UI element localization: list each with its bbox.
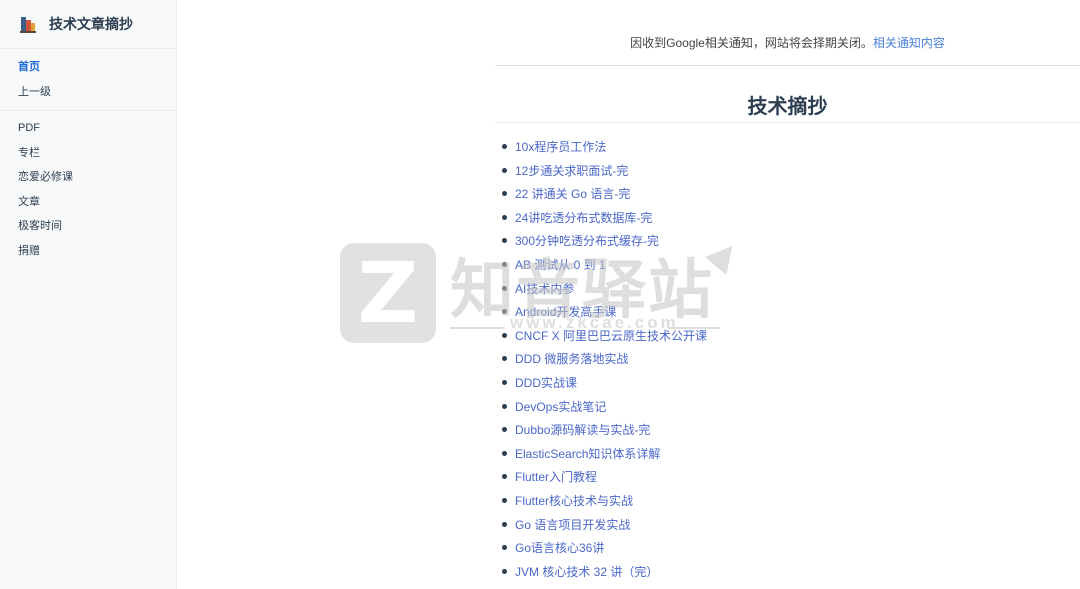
article-link[interactable]: DevOps实战笔记 bbox=[515, 400, 606, 414]
list-item: Android开发高手课 bbox=[502, 303, 707, 327]
brand[interactable]: 技术文章摘抄 bbox=[0, 0, 176, 49]
books-logo-icon bbox=[20, 17, 36, 33]
article-link[interactable]: CNCF X 阿里巴巴云原生技术公开课 bbox=[515, 329, 707, 343]
article-link[interactable]: AI技术内参 bbox=[515, 282, 574, 296]
list-item: JVM 核心技术 32 讲（完） bbox=[502, 563, 707, 587]
notice-bar: 因收到Google相关通知，网站将会择期关闭。相关通知内容 bbox=[495, 0, 1080, 66]
article-link[interactable]: DDD实战课 bbox=[515, 376, 577, 390]
main-content: 因收到Google相关通知，网站将会择期关闭。相关通知内容 技术摘抄 10x程序… bbox=[177, 0, 1080, 589]
nav-group-primary: 首页 上一级 bbox=[0, 49, 176, 111]
article-link[interactable]: JVM 核心技术 32 讲（完） bbox=[515, 565, 658, 579]
nav-item-pdf[interactable]: PDF bbox=[0, 116, 176, 141]
article-link[interactable]: 300分钟吃透分布式缓存-完 bbox=[515, 234, 659, 248]
list-item: AI技术内参 bbox=[502, 280, 707, 304]
list-item: 12步通关求职面试-完 bbox=[502, 162, 707, 186]
nav-group-secondary: PDF 专栏 恋爱必修课 文章 极客时间 捐赠 bbox=[0, 111, 176, 269]
notice-text: 因收到Google相关通知，网站将会择期关闭。 bbox=[630, 36, 873, 50]
list-item: 300分钟吃透分布式缓存-完 bbox=[502, 232, 707, 256]
article-link[interactable]: 24讲吃透分布式数据库-完 bbox=[515, 211, 652, 225]
list-item: CNCF X 阿里巴巴云原生技术公开课 bbox=[502, 327, 707, 351]
list-item: ElasticSearch知识体系详解 bbox=[502, 445, 707, 469]
list-item: 10x程序员工作法 bbox=[502, 138, 707, 162]
article-link[interactable]: Flutter核心技术与实战 bbox=[515, 494, 633, 508]
brand-title: 技术文章摘抄 bbox=[49, 16, 133, 32]
article-link[interactable]: 12步通关求职面试-完 bbox=[515, 164, 628, 178]
notice-link[interactable]: 相关通知内容 bbox=[873, 36, 945, 50]
list-item: 22 讲通关 Go 语言-完 bbox=[502, 185, 707, 209]
list-item: AB 测试从 0 到 1 bbox=[502, 256, 707, 280]
nav-item-column[interactable]: 专栏 bbox=[0, 141, 176, 166]
article-link[interactable]: Go 语言项目开发实战 bbox=[515, 518, 630, 532]
list-item: DDD 微服务落地实战 bbox=[502, 350, 707, 374]
article-link[interactable]: ElasticSearch知识体系详解 bbox=[515, 447, 660, 461]
article-list: 10x程序员工作法 12步通关求职面试-完 22 讲通关 Go 语言-完 24讲… bbox=[502, 138, 707, 586]
article-link[interactable]: Go语言核心36讲 bbox=[515, 541, 604, 555]
list-item: Dubbo源码解读与实战-完 bbox=[502, 421, 707, 445]
article-link[interactable]: AB 测试从 0 到 1 bbox=[515, 258, 606, 272]
article-link[interactable]: Flutter入门教程 bbox=[515, 470, 597, 484]
nav-item-love-course[interactable]: 恋爱必修课 bbox=[0, 165, 176, 190]
nav-item-articles[interactable]: 文章 bbox=[0, 190, 176, 215]
page-title: 技术摘抄 bbox=[495, 90, 1080, 123]
article-link[interactable]: DDD 微服务落地实战 bbox=[515, 352, 628, 366]
list-item: DevOps实战笔记 bbox=[502, 398, 707, 422]
article-link[interactable]: Android开发高手课 bbox=[515, 305, 616, 319]
notice: 因收到Google相关通知，网站将会择期关闭。相关通知内容 bbox=[495, 34, 1080, 51]
list-item: Flutter入门教程 bbox=[502, 468, 707, 492]
list-item: Go 语言项目开发实战 bbox=[502, 516, 707, 540]
article-link[interactable]: Dubbo源码解读与实战-完 bbox=[515, 423, 650, 437]
list-item: Go语言核心36讲 bbox=[502, 539, 707, 563]
list-item: 24讲吃透分布式数据库-完 bbox=[502, 209, 707, 233]
nav-item-donate[interactable]: 捐赠 bbox=[0, 239, 176, 264]
sidebar: 技术文章摘抄 首页 上一级 PDF 专栏 恋爱必修课 文章 极客时间 捐赠 bbox=[0, 0, 177, 589]
article-link[interactable]: 10x程序员工作法 bbox=[515, 140, 606, 154]
list-item: DDD实战课 bbox=[502, 374, 707, 398]
list-item: Flutter核心技术与实战 bbox=[502, 492, 707, 516]
nav-item-home[interactable]: 首页 bbox=[0, 55, 176, 80]
nav-item-up-level[interactable]: 上一级 bbox=[0, 80, 176, 105]
nav-item-geektime[interactable]: 极客时间 bbox=[0, 214, 176, 239]
article-link[interactable]: 22 讲通关 Go 语言-完 bbox=[515, 187, 630, 201]
